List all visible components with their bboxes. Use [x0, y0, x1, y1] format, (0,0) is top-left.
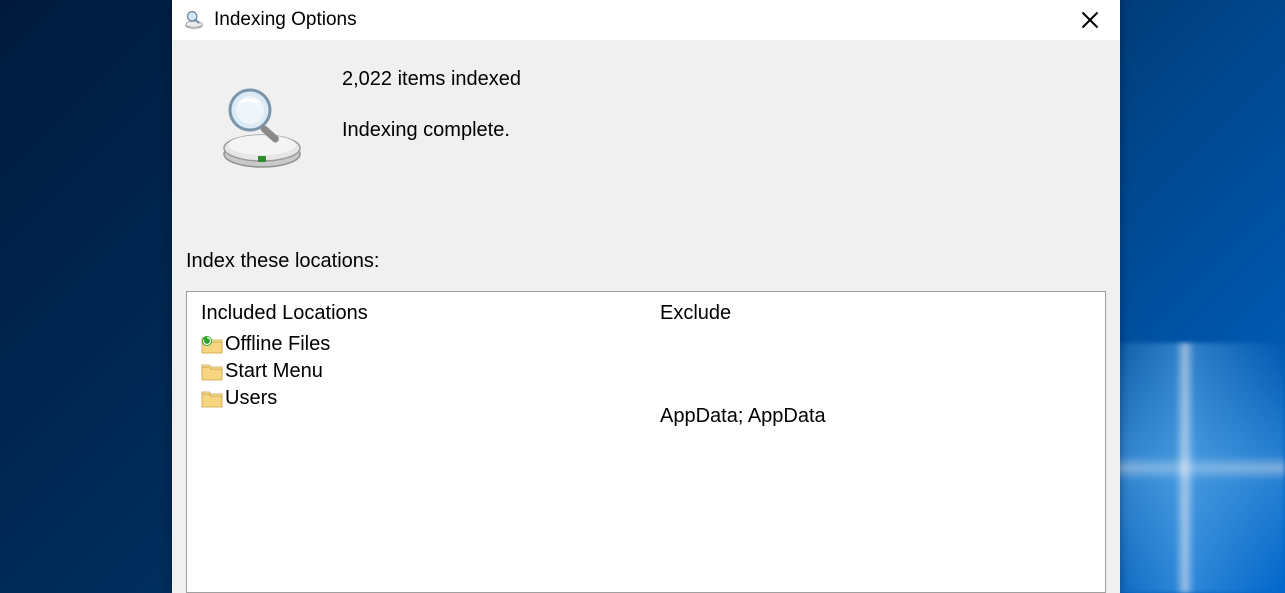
list-item[interactable]: Users [201, 385, 632, 412]
list-item-label: Start Menu [225, 360, 323, 383]
included-locations-list: Offline Files Start Menu [201, 331, 632, 412]
indexing-status: Indexing complete. [342, 119, 521, 142]
exclude-list: AppData; AppData [660, 331, 1091, 430]
close-button[interactable] [1060, 0, 1120, 40]
status-text-block: 2,022 items indexed Indexing complete. [342, 60, 521, 142]
list-item[interactable]: Offline Files [201, 331, 632, 358]
folder-icon [201, 389, 223, 409]
window-title: Indexing Options [214, 9, 357, 31]
indexing-large-icon [214, 80, 310, 176]
included-locations-header: Included Locations [201, 302, 632, 325]
sync-folder-icon [201, 335, 223, 355]
included-locations-column: Included Locations Offline [187, 292, 646, 592]
close-icon [1081, 11, 1099, 29]
folder-icon [201, 362, 223, 382]
exclude-spacer [660, 331, 1091, 403]
locations-listbox[interactable]: Included Locations Offline [186, 291, 1106, 593]
dialog-content: 2,022 items indexed Indexing complete. I… [172, 40, 1120, 593]
status-section: 2,022 items indexed Indexing complete. [186, 60, 1106, 210]
index-locations-label: Index these locations: [186, 250, 1106, 273]
list-item-label: Users [225, 387, 277, 410]
items-indexed-count: 2,022 items indexed [342, 68, 521, 91]
list-item-label: Offline Files [225, 333, 330, 356]
exclude-item: AppData; AppData [660, 403, 1091, 430]
titlebar: Indexing Options [172, 0, 1120, 40]
exclude-column: Exclude AppData; AppData [646, 292, 1105, 592]
indexing-options-window: Indexing Options [172, 0, 1120, 593]
list-item[interactable]: Start Menu [201, 358, 632, 385]
exclude-header: Exclude [660, 302, 1091, 325]
indexing-options-icon [182, 8, 206, 32]
